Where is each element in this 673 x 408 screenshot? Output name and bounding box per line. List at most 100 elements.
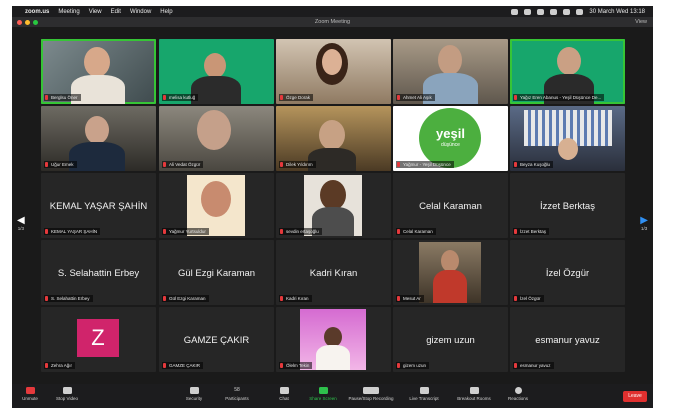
mic-muted-icon xyxy=(45,296,48,301)
pause-stop-recording-button[interactable]: Pause/Stop Recording xyxy=(346,387,396,401)
participant-name: sevdin ertaşoğlu xyxy=(286,229,319,234)
participant-name: Ölelm Tekin xyxy=(286,363,310,368)
participant-video xyxy=(204,53,226,78)
participant-tile[interactable]: Z Zehra Ağır xyxy=(41,307,156,372)
participant-name-label: Ahmet Ali Aşık xyxy=(396,94,435,101)
status-search-icon[interactable] xyxy=(563,8,571,15)
mic-muted-icon xyxy=(514,162,517,167)
status-area: 30 March Wed 13:18 xyxy=(511,8,645,15)
participant-tile[interactable]: melisa kutluğ xyxy=(159,39,274,104)
profile-picture xyxy=(304,175,362,236)
participants-button[interactable]: 58 Participants xyxy=(220,387,254,401)
participant-tile[interactable]: sevdin ertaşoğlu xyxy=(276,173,391,238)
participant-tile[interactable]: Dilek Yıldırım xyxy=(276,106,391,171)
menu-window[interactable]: Window xyxy=(130,9,151,15)
participant-video xyxy=(557,47,581,75)
unmute-button[interactable]: Unmute xyxy=(18,387,42,401)
mic-muted-icon xyxy=(280,162,283,167)
participant-tile[interactable]: Uğur Emek xyxy=(41,106,156,171)
participant-tile[interactable]: GAMZE ÇAKIR GAMZE ÇAKIR xyxy=(159,307,274,372)
participant-tile[interactable]: İzel Özgür İzel Özgür xyxy=(510,240,625,305)
mic-muted-icon xyxy=(514,363,517,368)
participant-name: Özge Dorak xyxy=(286,95,311,100)
status-recording-icon[interactable] xyxy=(511,8,519,15)
profile-picture-body xyxy=(433,270,467,303)
mic-muted-icon xyxy=(163,95,166,100)
share-screen-button[interactable]: Share Screen xyxy=(306,387,340,401)
share-screen-label: Share Screen xyxy=(309,396,337,401)
participant-name: GAMZE ÇAKIR xyxy=(169,363,201,368)
participant-name-label: melisa kutluğ xyxy=(162,94,199,101)
participant-tile[interactable]: Mesut Ar xyxy=(393,240,508,305)
chevron-left-icon[interactable]: ◀ xyxy=(17,215,25,226)
participant-tile[interactable]: Ali Vedat Özgür xyxy=(159,106,274,171)
mic-muted-icon xyxy=(280,363,283,368)
prev-page-arrow[interactable]: ◀ 1/3 xyxy=(17,215,25,231)
participant-center-name: İzzet Berktaş xyxy=(540,201,595,212)
participant-name: Gül Ezgi Karaman xyxy=(169,296,206,301)
participant-tile[interactable]: Berglsu Öner xyxy=(41,39,156,104)
logo-subtext: düşünce xyxy=(441,142,460,148)
participant-name-label: Özge Dorak xyxy=(279,94,314,101)
menu-edit[interactable]: Edit xyxy=(111,9,121,15)
status-bluetooth-icon[interactable] xyxy=(537,8,545,15)
stop-video-button[interactable]: Stop Video xyxy=(52,387,82,401)
participant-tile[interactable]: Ahmet Ali Aşık xyxy=(393,39,508,104)
status-wifi-icon[interactable] xyxy=(550,8,558,15)
participant-tile[interactable]: KEMAL YAŞAR ŞAHİN KEMAL YAŞAR ŞAHİN xyxy=(41,173,156,238)
participant-tile[interactable]: İzzet Berktaş İzzet Berktaş xyxy=(510,173,625,238)
participant-name-label: sevdin ertaşoğlu xyxy=(279,228,322,235)
participant-tile[interactable]: Gül Ezgi Karaman Gül Ezgi Karaman xyxy=(159,240,274,305)
shield-icon xyxy=(189,387,199,394)
view-button[interactable]: View xyxy=(635,19,647,25)
chevron-right-icon[interactable]: ▶ xyxy=(640,215,648,226)
leave-button[interactable]: Leave xyxy=(623,391,647,402)
participant-center-name: S. Selahattin Erbey xyxy=(57,268,140,279)
mic-muted-icon xyxy=(397,363,400,368)
participant-tile[interactable]: yeşil düşünce Yağmur - Yeşil Düşünce xyxy=(393,106,508,171)
mic-muted-icon xyxy=(45,95,48,100)
status-zoom-icon[interactable] xyxy=(524,8,532,15)
participant-name-label: Berglsu Öner xyxy=(44,94,81,101)
status-datetime[interactable]: 30 March Wed 13:18 xyxy=(589,9,645,15)
participant-tile[interactable]: S. Selahattin Erbey S. Selahattin Erbey xyxy=(41,240,156,305)
participant-tile[interactable]: esmanur yavuz esmanur yavuz xyxy=(510,307,625,372)
participant-tile[interactable]: Ölelm Tekin xyxy=(276,307,391,372)
participant-center-name: İzel Özgür xyxy=(545,268,590,279)
cc-icon xyxy=(419,387,429,394)
participant-name: Dilek Yıldırım xyxy=(286,162,313,167)
participant-tile[interactable]: Beyza Kuşoğlu xyxy=(510,106,625,171)
status-control-center-icon[interactable] xyxy=(576,8,584,15)
chat-button[interactable]: Chat xyxy=(274,387,294,401)
live-transcript-button[interactable]: Live Transcript xyxy=(404,387,444,401)
participant-name-label: Yağmur - Yeşil Düşünce xyxy=(396,161,454,168)
participant-name: Ahmet Ali Aşık xyxy=(403,95,432,100)
menu-view[interactable]: View xyxy=(89,9,102,15)
mic-muted-icon xyxy=(397,296,400,301)
participant-tile[interactable]: Kadri Kıran Kadri Kıran xyxy=(276,240,391,305)
breakout-rooms-button[interactable]: Breakout Rooms xyxy=(452,387,496,401)
participant-tile[interactable]: gizem uzun gizem uzun xyxy=(393,307,508,372)
participant-center-name: KEMAL YAŞAR ŞAHİN xyxy=(49,201,148,212)
reactions-button[interactable]: Reactions xyxy=(502,387,534,401)
security-button[interactable]: Security xyxy=(182,387,206,401)
gallery-view: ◀ 1/3 ▶ 1/3 Berglsu Öner melisa kutluğ Ö… xyxy=(12,27,653,384)
reactions-label: Reactions xyxy=(507,396,528,401)
participant-center-name: Kadri Kıran xyxy=(309,268,358,279)
participant-tile[interactable]: Yağız Eren Abanus - Yeşil Düşünce De... xyxy=(510,39,625,104)
menu-help[interactable]: Help xyxy=(160,9,172,15)
participant-name: S. Selahattin Erbey xyxy=(51,296,90,301)
next-page-arrow[interactable]: ▶ 1/3 xyxy=(640,215,648,231)
menu-meeting[interactable]: Meeting xyxy=(58,9,79,15)
menu-app-zoom[interactable]: zoom.us xyxy=(25,9,49,15)
live-transcript-label: Live Transcript xyxy=(409,396,439,401)
participant-name: Kadri Kıran xyxy=(286,296,309,301)
breakout-rooms-label: Breakout Rooms xyxy=(457,396,491,401)
participant-tile[interactable]: Özge Dorak xyxy=(276,39,391,104)
participant-tile[interactable]: Celal Karaman Celal Karaman xyxy=(393,173,508,238)
mic-muted-icon xyxy=(45,162,48,167)
mic-muted-icon xyxy=(45,363,48,368)
participant-tile[interactable]: Yağmur Yurtsuldur xyxy=(159,173,274,238)
mic-muted-icon xyxy=(514,296,517,301)
chat-label: Chat xyxy=(279,396,289,401)
